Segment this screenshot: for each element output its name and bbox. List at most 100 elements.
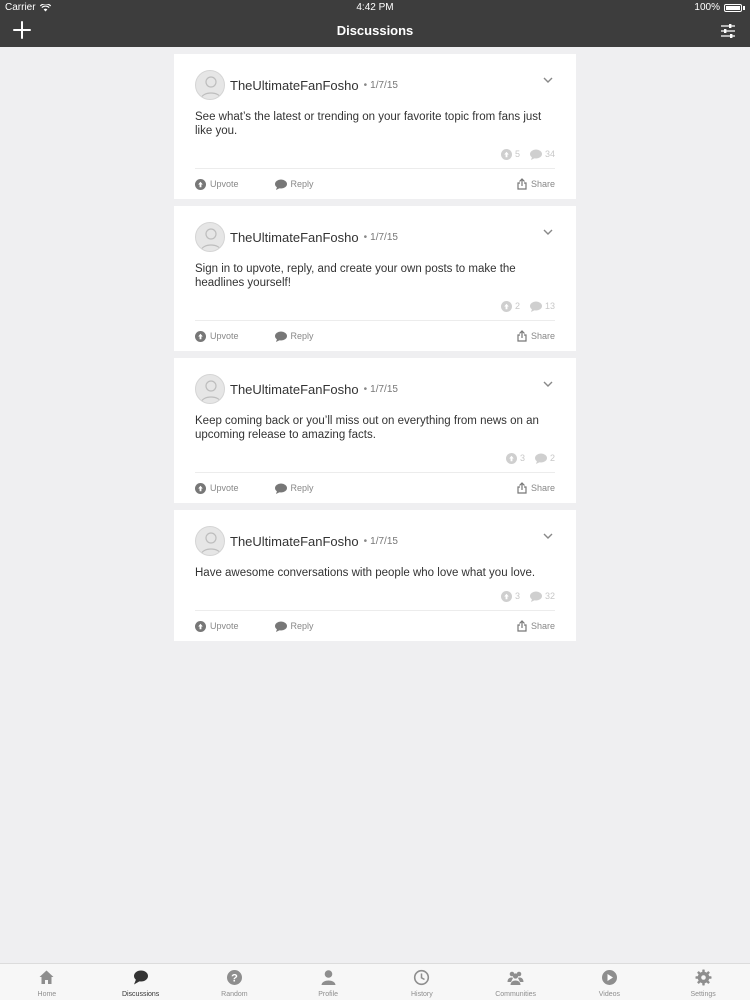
separator-dot: • [363,535,368,547]
upvote-count: 5 [514,149,520,159]
upvote-icon [195,178,206,190]
post-date: 1/7/15 [370,231,398,243]
post-card[interactable]: TheUltimateFanFosho • 1/7/15 Sign in to … [174,206,576,351]
avatar[interactable] [195,222,225,252]
post-card[interactable]: TheUltimateFanFosho • 1/7/15 Have awesom… [174,510,576,641]
reply-count-icon [529,149,542,160]
avatar-placeholder-icon [200,76,222,99]
communities-icon [507,971,524,985]
status-bar: Carrier 4:42 PM 100% [0,0,750,16]
tab-home[interactable]: Home [0,964,94,1000]
reply-button[interactable]: Reply [274,331,314,342]
svg-text:?: ? [231,973,238,985]
tab-communities[interactable]: Communities [469,964,563,1000]
tab-profile[interactable]: Profile [281,964,375,1000]
share-icon [517,620,527,632]
share-button[interactable]: Share [517,620,555,632]
reply-button[interactable]: Reply [274,621,314,632]
post-date: 1/7/15 [370,79,398,91]
upvote-count: 3 [514,591,520,601]
share-button[interactable]: Share [517,330,555,342]
upvote-icon [195,620,206,632]
separator-dot: • [363,231,368,243]
author-name[interactable]: TheUltimateFanFosho [230,534,359,549]
tab-discussions[interactable]: Discussions [94,964,188,1000]
separator-dot: • [363,79,368,91]
avatar-placeholder-icon [200,228,222,251]
avatar[interactable] [195,526,225,556]
random-icon: ? [226,970,242,985]
clock: 4:42 PM [356,2,394,13]
post-stats: 2 13 [195,299,555,313]
battery-percent: 100% [694,2,720,13]
tab-bar: Home Discussions ? Random Profile Histor… [0,963,750,1000]
chevron-down-icon[interactable] [542,379,554,389]
tab-history[interactable]: History [375,964,469,1000]
tab-settings[interactable]: Settings [656,964,750,1000]
reply-icon [274,331,287,342]
avatar-placeholder-icon [200,532,222,555]
post-actions: Upvote Reply Share [195,169,555,199]
share-button[interactable]: Share [517,482,555,494]
post-text[interactable]: Have awesome conversations with people w… [195,566,555,580]
post-date: 1/7/15 [370,535,398,547]
post-actions: Upvote Reply Share [195,321,555,351]
share-button[interactable]: Share [517,178,555,190]
author-name[interactable]: TheUltimateFanFosho [230,230,359,245]
reply-count-icon [534,453,547,464]
reply-button[interactable]: Reply [274,483,314,494]
page-title: Discussions [336,23,414,38]
post-text[interactable]: Keep coming back or you’ll miss out on e… [195,414,555,442]
tab-videos[interactable]: Videos [563,964,657,1000]
reply-count: 34 [544,149,555,159]
post-stats: 3 32 [195,589,555,603]
upvote-icon [195,330,206,342]
share-icon [517,482,527,494]
separator-dot: • [363,383,368,395]
post-date: 1/7/15 [370,383,398,395]
discussions-icon [134,970,149,985]
reply-button[interactable]: Reply [274,179,314,190]
settings-icon [695,969,712,986]
upvote-button[interactable]: Upvote [195,330,239,342]
post-text[interactable]: See what’s the latest or trending on you… [195,110,555,138]
author-name[interactable]: TheUltimateFanFosho [230,78,359,93]
tab-random[interactable]: ? Random [188,964,282,1000]
reply-count-icon [529,301,542,312]
history-icon [414,969,430,986]
upvote-button[interactable]: Upvote [195,482,239,494]
home-icon [39,970,54,984]
avatar-placeholder-icon [200,380,222,403]
reply-count-icon [529,591,542,602]
upvote-count-icon [500,300,512,312]
upvote-button[interactable]: Upvote [195,178,239,190]
filter-icon[interactable] [720,23,736,39]
upvote-count-icon [505,452,517,464]
upvote-icon [195,482,206,494]
post-stats: 3 2 [195,451,555,465]
upvote-count: 2 [514,301,520,311]
avatar[interactable] [195,70,225,100]
avatar[interactable] [195,374,225,404]
upvote-count-icon [500,590,512,602]
author-name[interactable]: TheUltimateFanFosho [230,382,359,397]
nav-bar: Discussions [0,16,750,47]
reply-count: 2 [549,453,555,463]
post-text[interactable]: Sign in to upvote, reply, and create you… [195,262,555,290]
share-icon [517,178,527,190]
post-card[interactable]: TheUltimateFanFosho • 1/7/15 See what’s … [174,54,576,199]
chevron-down-icon[interactable] [542,227,554,237]
upvote-button[interactable]: Upvote [195,620,239,632]
post-stats: 5 34 [195,147,555,161]
post-card[interactable]: TheUltimateFanFosho • 1/7/15 Keep coming… [174,358,576,503]
chevron-down-icon[interactable] [542,531,554,541]
post-actions: Upvote Reply Share [195,611,555,641]
share-icon [517,330,527,342]
reply-icon [274,621,287,632]
profile-icon [321,970,336,985]
battery-icon [724,3,742,12]
upvote-count-icon [500,148,512,160]
discussion-feed: TheUltimateFanFosho • 1/7/15 See what’s … [174,54,576,648]
reply-count: 32 [544,591,555,601]
chevron-down-icon[interactable] [542,75,554,85]
